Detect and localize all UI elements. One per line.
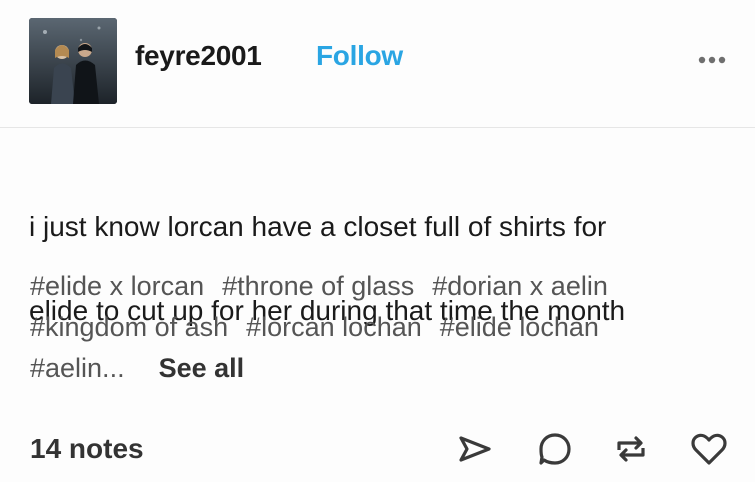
more-dots-icon [698, 56, 726, 64]
tag-link[interactable]: #lorcan lochan [246, 312, 422, 342]
tag-link[interactable]: #dorian x aelin [432, 271, 608, 301]
see-all-tags-button[interactable]: See all [159, 353, 245, 383]
post-footer: 14 notes [0, 420, 755, 480]
header-divider [0, 127, 755, 128]
like-button[interactable] [690, 430, 728, 468]
tag-link[interactable]: #elide lochan [440, 312, 599, 342]
share-button[interactable] [456, 430, 494, 468]
reply-button[interactable] [536, 430, 574, 468]
post-body-line: i just know lorcan have a closet full of… [29, 211, 607, 242]
tag-list: #elide x lorcan #throne of glass #dorian x… [30, 266, 740, 389]
tag-link[interactable]: #kingdom of ash [30, 312, 228, 342]
post-header: feyre2001 Follow [0, 0, 755, 128]
post-card: feyre2001 Follow i just know lorcan have… [0, 0, 755, 482]
tag-link[interactable]: #aelin... [30, 353, 125, 383]
tag-link[interactable]: #elide x lorcan [30, 271, 204, 301]
share-icon [459, 436, 491, 462]
avatar[interactable] [29, 18, 117, 104]
notes-count[interactable]: 14 notes [30, 433, 144, 465]
more-options-button[interactable] [694, 48, 734, 72]
reblog-icon [617, 436, 645, 462]
like-icon [691, 433, 727, 465]
reply-icon [539, 433, 571, 465]
avatar-image [29, 18, 117, 104]
username-link[interactable]: feyre2001 [135, 40, 262, 72]
follow-button[interactable]: Follow [316, 40, 403, 72]
tag-link[interactable]: #throne of glass [222, 271, 414, 301]
reblog-button[interactable] [612, 430, 650, 468]
